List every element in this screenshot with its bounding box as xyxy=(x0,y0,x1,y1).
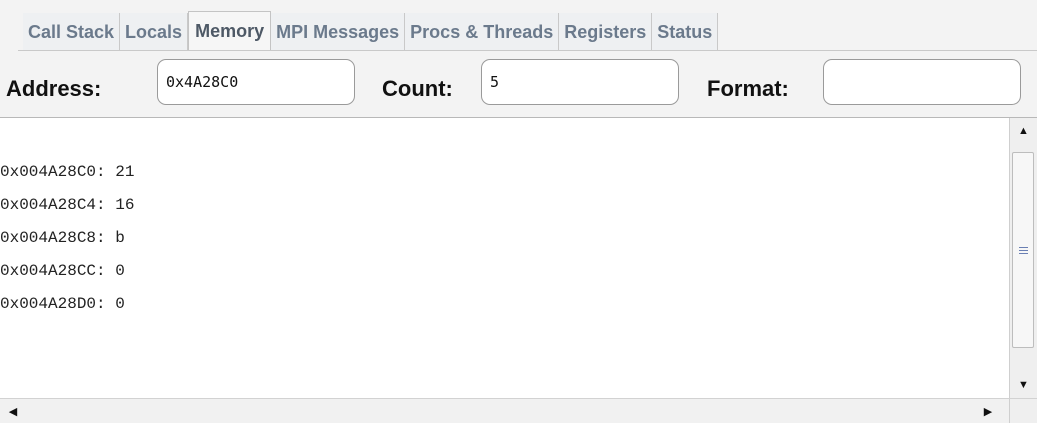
tab-registers[interactable]: Registers xyxy=(559,13,653,51)
vertical-scrollbar[interactable]: ▲ ▼ xyxy=(1009,118,1037,398)
tab-divider xyxy=(18,50,1037,51)
tab-locals[interactable]: Locals xyxy=(120,13,189,51)
scroll-right-arrow-icon[interactable]: ▶ xyxy=(975,399,1001,423)
tab-procs-threads[interactable]: Procs & Threads xyxy=(405,13,560,51)
address-label: Address: xyxy=(6,76,102,101)
memory-line: 0x004A28C4: 16 xyxy=(0,196,135,214)
scroll-left-arrow-icon[interactable]: ◀ xyxy=(0,399,26,423)
scrollbar-corner xyxy=(1009,398,1037,423)
address-input[interactable] xyxy=(157,59,355,105)
tab-memory[interactable]: Memory xyxy=(188,11,272,51)
tab-status[interactable]: Status xyxy=(652,13,719,51)
memory-line: 0x004A28CC: 0 xyxy=(0,262,125,280)
count-label: Count: xyxy=(382,76,453,101)
scroll-down-arrow-icon[interactable]: ▼ xyxy=(1010,372,1037,398)
memory-line: 0x004A28D0: 0 xyxy=(0,295,125,313)
vertical-scroll-thumb[interactable] xyxy=(1012,152,1034,348)
memory-line: 0x004A28C8: b xyxy=(0,229,125,247)
tab-bar: Call Stack Locals Memory MPI Messages Pr… xyxy=(23,11,719,51)
memory-line: 0x004A28C0: 21 xyxy=(0,163,135,181)
format-label: Format: xyxy=(707,76,789,101)
tab-call-stack[interactable]: Call Stack xyxy=(23,13,121,51)
grip-icon xyxy=(1018,246,1028,254)
memory-view[interactable]: 0x004A28C0: 21 0x004A28C4: 16 0x004A28C8… xyxy=(0,117,1037,423)
format-input[interactable] xyxy=(823,59,1021,105)
horizontal-scrollbar[interactable]: ◀ ▶ xyxy=(0,398,1009,423)
memory-lines: 0x004A28C0: 21 0x004A28C4: 16 0x004A28C8… xyxy=(0,156,134,321)
scroll-up-arrow-icon[interactable]: ▲ xyxy=(1010,118,1037,144)
tab-mpi-messages[interactable]: MPI Messages xyxy=(271,13,406,51)
count-input[interactable] xyxy=(481,59,679,105)
